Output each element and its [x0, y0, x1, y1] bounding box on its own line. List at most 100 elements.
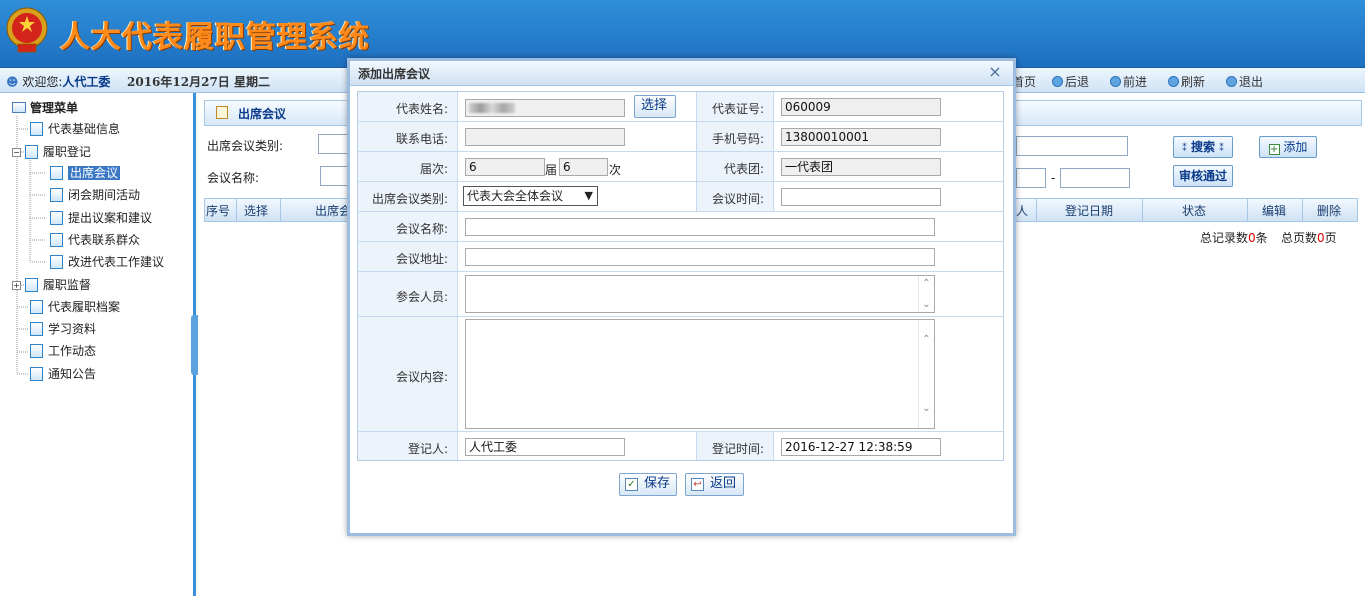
registrar-input[interactable]: 人代工委: [465, 438, 625, 456]
col-select: 选择: [244, 204, 269, 218]
sidebar-item-news[interactable]: 工作动态: [30, 342, 96, 360]
nav-exit[interactable]: 退出: [1226, 73, 1263, 90]
mobile-input[interactable]: 13800010001: [781, 128, 941, 146]
save-button-label: 保存: [644, 476, 671, 491]
save-icon: ✓: [625, 478, 638, 491]
welcome-prefix: 欢迎您:: [22, 75, 63, 89]
session-input[interactable]: 6: [559, 158, 608, 176]
sidebar-item-rep-info[interactable]: 代表基础信息: [30, 120, 120, 138]
register-time-label: 登记时间:: [711, 442, 764, 456]
col-divider: [236, 199, 237, 221]
register-time-input[interactable]: 2016-12-27 12:38:59: [781, 438, 941, 456]
column-divider: [457, 92, 458, 460]
sidebar-item-registration[interactable]: − 履职登记: [12, 143, 91, 161]
sidebar-item-attend-meeting[interactable]: 出席会议: [50, 164, 121, 182]
col-status: 状态: [1182, 204, 1207, 218]
sidebar-item-label: 履职监督: [42, 278, 91, 292]
sidebar-item-label: 履职登记: [42, 145, 91, 159]
filter-type-select[interactable]: [318, 134, 350, 154]
nav-exit-label: 退出: [1239, 75, 1264, 89]
approve-button[interactable]: 审核通过: [1173, 165, 1233, 187]
sidebar-item-recess-activity[interactable]: 闭会期间活动: [50, 186, 140, 204]
date-end-input[interactable]: [1060, 168, 1130, 188]
filter-keyword-input[interactable]: [1016, 136, 1128, 156]
meeting-name-input[interactable]: [465, 218, 935, 236]
document-icon: [50, 233, 63, 247]
sidebar-item-improve-work[interactable]: 改进代表工作建议: [50, 253, 164, 271]
meeting-address-input[interactable]: [465, 248, 935, 266]
search-button[interactable]: ⁑ 搜索 ⁑: [1173, 136, 1233, 158]
search-left-mark: ⁑: [1182, 144, 1187, 154]
back-button[interactable]: ↩ 返回: [685, 473, 744, 496]
exit-icon: [1226, 76, 1237, 87]
refresh-icon: [1168, 76, 1179, 87]
collapse-icon[interactable]: −: [12, 148, 21, 157]
meeting-type-label: 出席会议类别:: [371, 192, 448, 206]
sidebar-item-learning[interactable]: 学习资料: [30, 320, 96, 338]
choose-rep-button[interactable]: 选择: [634, 95, 676, 118]
date-start-input[interactable]: [1016, 168, 1046, 188]
filter-name-input[interactable]: [320, 166, 350, 186]
sidebar-item-proposals[interactable]: 提出议案和建议: [50, 209, 152, 227]
scroll-up-icon: ⌃: [922, 334, 931, 345]
document-icon: [30, 367, 43, 381]
attendees-textarea[interactable]: ⌃ ⌄: [465, 275, 935, 313]
column-divider: [773, 92, 774, 211]
meeting-type-select[interactable]: 代表大会全体会议 ▼: [463, 186, 598, 206]
nav-back[interactable]: 后退: [1052, 73, 1089, 90]
col-divider: [1142, 199, 1143, 221]
col-index: 序号: [206, 204, 231, 218]
rep-name-input[interactable]: [465, 99, 625, 117]
add-button[interactable]: + 添加: [1259, 136, 1317, 158]
col-divider: [1302, 199, 1303, 221]
meeting-name-label: 会议名称:: [395, 222, 448, 236]
redacted-name: [469, 103, 515, 113]
row-divider: [358, 181, 1003, 182]
save-button[interactable]: ✓ 保存: [619, 473, 677, 496]
user-icon: ☻: [6, 75, 19, 89]
meeting-time-label: 会议时间:: [711, 192, 764, 206]
sidebar-item-label: 通知公告: [48, 367, 97, 381]
dialog-title-bar[interactable]: [350, 61, 1013, 86]
delegation-input[interactable]: 一代表团: [781, 158, 941, 176]
back-icon: [1052, 76, 1063, 87]
meeting-type-value: 代表大会全体会议: [467, 189, 564, 203]
document-icon: [50, 255, 63, 269]
meeting-content-textarea[interactable]: ⌃ ⌄: [465, 319, 935, 429]
sidebar-item-contact-public[interactable]: 代表联系群众: [50, 231, 140, 249]
sidebar-item-label: 提出议案和建议: [68, 211, 153, 225]
textarea-scrollbar[interactable]: ⌃ ⌄: [918, 276, 934, 312]
expand-icon[interactable]: +: [12, 281, 21, 290]
sidebar-collapse-handle[interactable]: [191, 315, 198, 375]
term-input[interactable]: 6: [465, 158, 545, 176]
document-icon: [50, 211, 63, 225]
sidebar-item-notice[interactable]: 通知公告: [30, 365, 96, 383]
row-divider: [358, 316, 1003, 317]
search-button-label: 搜索: [1190, 140, 1215, 154]
edit-icon: [216, 106, 228, 119]
meeting-time-input[interactable]: [781, 188, 941, 206]
sidebar-item-label: 代表基础信息: [48, 122, 121, 136]
sidebar-item-label: 闭会期间活动: [68, 188, 141, 202]
row-divider: [358, 151, 1003, 152]
sidebar-item-archive[interactable]: 代表履职档案: [30, 298, 120, 316]
total-records-suffix: 条: [1255, 231, 1268, 245]
phone-input[interactable]: [465, 128, 625, 146]
document-icon: [24, 278, 38, 292]
rep-id-input[interactable]: 060009: [781, 98, 941, 116]
row-divider: [358, 431, 1003, 432]
system-title: 人大代表履职管理系统: [60, 20, 370, 55]
search-right-mark: ⁑: [1219, 144, 1224, 154]
textarea-scrollbar[interactable]: ⌃ ⌄: [918, 320, 934, 428]
close-icon[interactable]: ×: [987, 63, 1003, 81]
column-divider: [696, 92, 697, 211]
nav-forward[interactable]: 前进: [1110, 73, 1147, 90]
add-button-label: 添加: [1283, 140, 1308, 154]
nav-refresh-label: 刷新: [1181, 75, 1206, 89]
document-icon: [30, 300, 43, 314]
dialog-title: 添加出席会议: [358, 67, 431, 81]
nav-refresh[interactable]: 刷新: [1168, 73, 1205, 90]
document-icon: [30, 344, 43, 358]
chevron-down-icon: ▼: [584, 189, 593, 202]
sidebar-item-supervision[interactable]: + 履职监督: [12, 276, 91, 294]
